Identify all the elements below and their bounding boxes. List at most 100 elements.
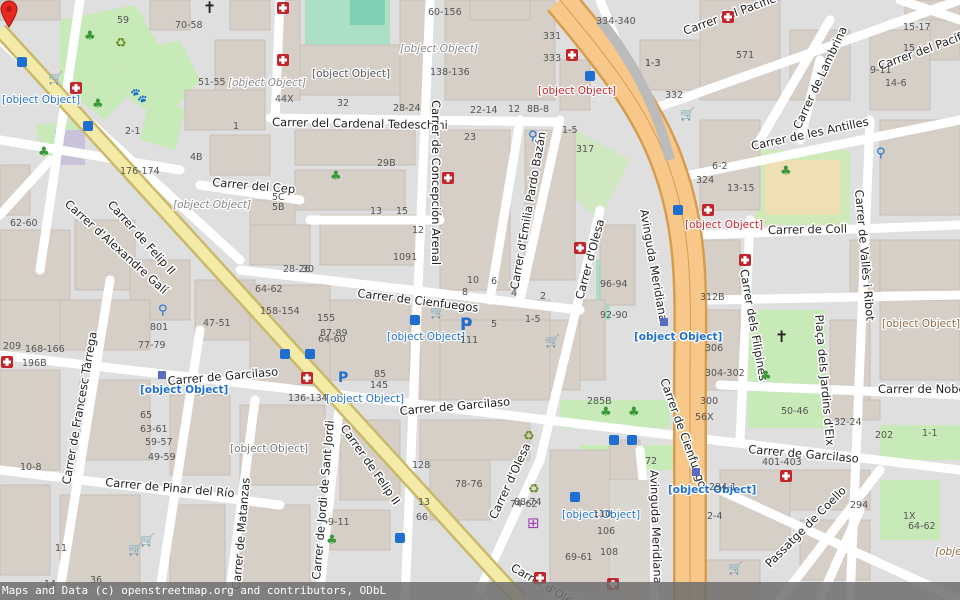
shop-cart-icon[interactable]: 🛒 bbox=[680, 107, 695, 121]
house-number: 23 bbox=[464, 132, 476, 143]
house-number: 72 bbox=[645, 456, 657, 467]
house-number: 4 bbox=[511, 288, 517, 299]
hospital-cross-icon[interactable] bbox=[722, 11, 734, 23]
house-number: 2-4 bbox=[707, 511, 723, 522]
building-block bbox=[209, 134, 271, 176]
house-number: 32 bbox=[337, 98, 349, 109]
house-number: 13 bbox=[418, 497, 430, 508]
house-number: 50-46 bbox=[781, 406, 809, 417]
poi-label: [object Object] bbox=[387, 331, 465, 343]
hospital-cross-icon[interactable] bbox=[574, 242, 586, 254]
hospital-cross-icon[interactable] bbox=[566, 49, 578, 61]
poi-label: [object Object] bbox=[140, 384, 228, 396]
house-number: 401-403 bbox=[762, 457, 802, 468]
bus-stop-icon[interactable] bbox=[17, 57, 27, 67]
metro-icon[interactable] bbox=[158, 371, 166, 379]
bus-stop-icon[interactable] bbox=[627, 435, 637, 445]
house-number: 294 bbox=[850, 500, 868, 511]
map-viewport[interactable]: Carrer del Cardenal Tedeschini Carrer de… bbox=[0, 0, 960, 600]
poi-label: [object Object] bbox=[400, 43, 478, 55]
parking-icon[interactable]: P bbox=[338, 370, 348, 386]
building-block bbox=[609, 439, 641, 481]
house-number: 62-60 bbox=[10, 218, 38, 229]
house-number: 15 bbox=[903, 43, 915, 54]
house-number: 1-5 bbox=[525, 314, 541, 325]
hospital-cross-icon[interactable] bbox=[70, 82, 82, 94]
poi-label: [object Object] bbox=[882, 318, 960, 330]
house-number: 317 bbox=[576, 144, 594, 155]
house-number: 111 bbox=[460, 335, 478, 346]
metro-icon[interactable] bbox=[692, 468, 700, 476]
theatre-icon[interactable]: ⊞ bbox=[527, 514, 540, 532]
tree-icon: ♣ bbox=[760, 369, 772, 384]
house-number: 70-58 bbox=[175, 20, 203, 31]
building-block bbox=[184, 89, 266, 131]
house-number: 14-6 bbox=[885, 78, 907, 89]
house-number: 332 bbox=[665, 90, 683, 101]
house-number: 128 bbox=[412, 460, 430, 471]
tree-icon: ♣ bbox=[330, 169, 342, 184]
house-number: 47-51 bbox=[203, 318, 231, 329]
house-number: 66 bbox=[416, 512, 428, 523]
building-block bbox=[239, 504, 311, 591]
house-number: 56X bbox=[695, 412, 714, 423]
house-number: 32-24 bbox=[834, 417, 862, 428]
house-number: 333 bbox=[543, 53, 561, 64]
hospital-cross-icon[interactable] bbox=[1, 356, 13, 368]
house-number: 44X bbox=[275, 94, 294, 105]
shop-cart-icon[interactable]: 🛒 bbox=[430, 305, 445, 319]
hospital-cross-icon[interactable] bbox=[277, 54, 289, 66]
bus-stop-icon[interactable] bbox=[585, 71, 595, 81]
parking-icon[interactable]: P bbox=[460, 315, 472, 335]
house-number: 1091 bbox=[393, 252, 417, 263]
house-number: 300 bbox=[700, 396, 718, 407]
building-block bbox=[0, 369, 61, 471]
house-number: 9-11 bbox=[328, 517, 350, 528]
tree-icon: ♣ bbox=[600, 405, 612, 420]
tree-icon: ♣ bbox=[628, 405, 640, 420]
tree-icon: ♣ bbox=[84, 29, 96, 44]
shop-cart-icon[interactable]: 🛒 bbox=[545, 334, 560, 348]
bicycle-icon[interactable]: ⚲ bbox=[528, 129, 538, 144]
house-number: 294-1 bbox=[709, 482, 737, 493]
church-icon: ✝ bbox=[775, 327, 788, 346]
house-number: 15-17 bbox=[903, 22, 931, 33]
house-number: 176-174 bbox=[120, 166, 160, 177]
tree-icon: ♣ bbox=[780, 164, 792, 179]
hospital-cross-icon[interactable] bbox=[301, 372, 313, 384]
bicycle-icon[interactable]: ⚲ bbox=[158, 303, 168, 318]
map-canvas[interactable]: Carrer del Cardenal Tedeschini Carrer de… bbox=[0, 0, 960, 600]
bus-stop-icon[interactable] bbox=[410, 315, 420, 325]
house-number: 801 bbox=[150, 322, 168, 333]
house-number: 85 bbox=[374, 369, 386, 380]
bus-stop-icon[interactable] bbox=[305, 349, 315, 359]
hospital-cross-icon[interactable] bbox=[277, 2, 289, 14]
map-attribution: Maps and Data (c) openstreetmap.org and … bbox=[0, 582, 960, 600]
bus-stop-icon[interactable] bbox=[609, 435, 619, 445]
street-label: Carrer de Nobel bbox=[878, 382, 960, 396]
bus-stop-icon[interactable] bbox=[280, 349, 290, 359]
house-number: 1 bbox=[233, 121, 239, 132]
metro-icon[interactable] bbox=[660, 318, 668, 326]
building-block bbox=[879, 239, 960, 291]
bus-stop-icon[interactable] bbox=[673, 205, 683, 215]
bicycle-icon[interactable]: ⚲ bbox=[876, 146, 886, 161]
hospital-cross-icon[interactable] bbox=[739, 254, 751, 266]
bus-stop-icon[interactable] bbox=[570, 492, 580, 502]
hospital-cross-icon[interactable] bbox=[442, 172, 454, 184]
church-icon: ✝ bbox=[203, 0, 216, 17]
hospital-cross-icon[interactable] bbox=[702, 204, 714, 216]
house-number: 64-62 bbox=[255, 284, 283, 295]
shop-cart-icon[interactable]: 🛒 bbox=[140, 533, 155, 547]
location-marker[interactable] bbox=[0, 0, 18, 28]
bus-stop-icon[interactable] bbox=[83, 121, 93, 131]
poi-label: [object Object] bbox=[935, 546, 960, 558]
house-number: 63-61 bbox=[140, 424, 168, 435]
shop-cart-icon[interactable]: 🛒 bbox=[728, 561, 743, 575]
house-number: 64-62 bbox=[908, 521, 936, 532]
house-number: 5B bbox=[272, 202, 285, 213]
shop-cart-icon[interactable]: 🛒 bbox=[48, 71, 63, 85]
building-block bbox=[249, 224, 311, 266]
bus-stop-icon[interactable] bbox=[395, 533, 405, 543]
hospital-cross-icon[interactable] bbox=[780, 470, 792, 482]
